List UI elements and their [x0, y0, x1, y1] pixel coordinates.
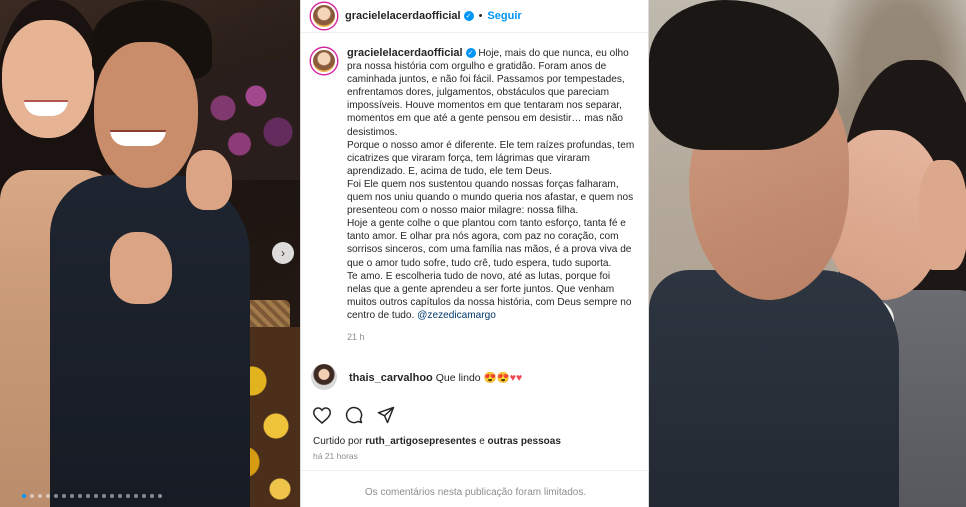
caption-block: gracielelacerdaofficial ✓ Hoje, mais do q…: [301, 33, 648, 344]
man-body: [50, 175, 250, 507]
paper-plane-icon[interactable]: [377, 406, 395, 424]
man-jacket: [649, 270, 899, 507]
carousel-dot: [30, 494, 34, 498]
carousel-dot: [142, 494, 146, 498]
caption-text: Hoje, mais do que nunca, eu olho pra nos…: [347, 48, 629, 138]
follow-button[interactable]: Seguir: [487, 10, 521, 22]
comment-item: thais_carvalhoo Que lindo 😍😍♥♥: [301, 350, 648, 391]
carousel-dot: [110, 494, 114, 498]
carousel-dot: [118, 494, 122, 498]
post-header: gracielelacerdaofficial ✓ • Seguir: [301, 0, 648, 33]
carousel-dot: [86, 494, 90, 498]
chevron-right-icon: ›: [281, 246, 285, 260]
avatar[interactable]: [311, 48, 337, 74]
caption-paragraph: Te amo. E escolheria tudo de novo, até a…: [347, 270, 637, 322]
liked-by-user[interactable]: ruth_artigosepresentes: [365, 436, 476, 447]
caption: gracielelacerdaofficial ✓ Hoje, mais do q…: [347, 47, 637, 344]
heart-emoji: ♥♥: [509, 371, 523, 384]
carousel-dot: [102, 494, 106, 498]
post-photo-right: [649, 0, 966, 507]
carousel-dot: [46, 494, 50, 498]
emoji: 😍😍: [483, 371, 510, 384]
carousel-next-button[interactable]: ›: [272, 242, 294, 264]
carousel-dot: [150, 494, 154, 498]
carousel-dot: [70, 494, 74, 498]
mention-link[interactable]: @zezedicamargo: [417, 310, 496, 321]
post-timestamp: há 21 horas: [313, 451, 358, 462]
liked-by-middle: e: [479, 436, 485, 448]
carousel-dot: [62, 494, 66, 498]
heart-outline-icon[interactable]: [313, 406, 331, 424]
comment-body: Que lindo: [435, 371, 481, 384]
author-username[interactable]: gracielelacerdaofficial: [345, 10, 461, 22]
caption-paragraph: gracielelacerdaofficial ✓ Hoje, mais do q…: [347, 47, 637, 139]
carousel-dot: [38, 494, 42, 498]
carousel-dot: [94, 494, 98, 498]
avatar[interactable]: [311, 3, 337, 29]
carousel-dot: [126, 494, 130, 498]
caption-username[interactable]: gracielelacerdaofficial: [347, 47, 463, 59]
verified-badge-icon: ✓: [463, 11, 474, 21]
liked-by-prefix: Curtido por: [313, 436, 363, 448]
carousel-dot: [54, 494, 58, 498]
caption-paragraph: Porque o nosso amor é diferente. Ele tem…: [347, 139, 635, 177]
caption-paragraph: Hoje a gente colhe o que plantou com tan…: [347, 218, 632, 269]
comment-username[interactable]: thais_carvalhoo: [349, 372, 433, 384]
comment-bubble-icon[interactable]: [345, 406, 363, 424]
post-panel: gracielelacerdaofficial ✓ • Seguir graci…: [300, 0, 650, 507]
avatar[interactable]: [311, 364, 337, 391]
comments-limited-notice: Os comentários nesta publicação foram li…: [301, 470, 650, 498]
verified-badge-icon: ✓: [465, 48, 476, 59]
hand: [110, 232, 172, 304]
hand: [186, 150, 232, 210]
carousel-dot: [22, 494, 26, 498]
comment-text: thais_carvalhoo Que lindo 😍😍♥♥: [349, 371, 522, 384]
caption-paragraph: Foi Ele quem nos sustentou quando nossas…: [347, 178, 634, 217]
carousel-indicator: [22, 494, 162, 498]
woman-face: [2, 20, 94, 138]
man-smile: [110, 130, 166, 146]
man-face: [94, 42, 198, 188]
hand: [919, 160, 966, 270]
carousel-dot: [134, 494, 138, 498]
carousel-dot: [78, 494, 82, 498]
caption-timestamp: 21 h: [347, 331, 365, 342]
liked-by: Curtido por ruth_artigosepresentes e out…: [301, 424, 648, 447]
post-photo-left: ›: [0, 0, 300, 507]
action-bar: [301, 390, 648, 424]
liked-by-others[interactable]: outras pessoas: [488, 436, 561, 447]
separator: •: [478, 10, 483, 22]
carousel-dot: [158, 494, 162, 498]
